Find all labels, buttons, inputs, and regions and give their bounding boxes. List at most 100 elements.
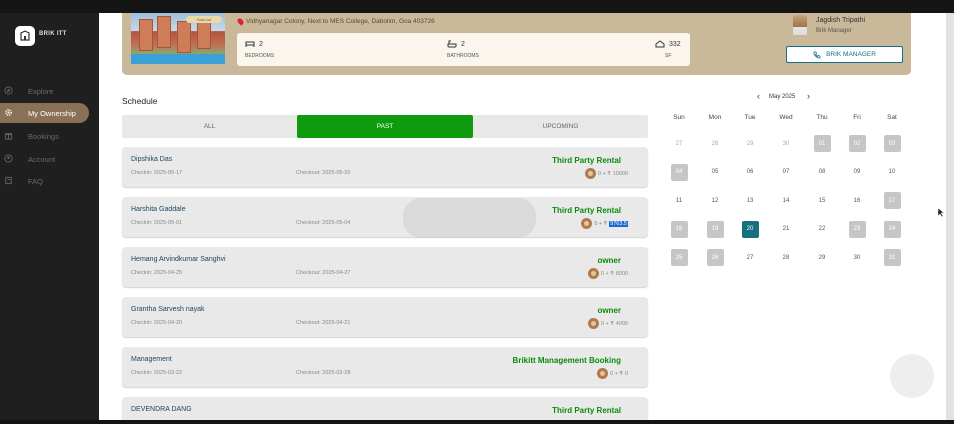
calendar-day[interactable]: 27 bbox=[742, 249, 759, 266]
booking-type: owner bbox=[597, 306, 621, 315]
weekday-label: Tue bbox=[744, 114, 756, 121]
booking-card[interactable]: Dipshika Das Checkin: 2025-05-17 Checkout:… bbox=[122, 147, 648, 187]
calendar-day[interactable]: 13 bbox=[742, 192, 759, 209]
coin-icon bbox=[587, 268, 599, 279]
manager-role: Brik Manager bbox=[816, 28, 852, 34]
weekday-label: Fri bbox=[853, 114, 861, 121]
calendar-day[interactable]: 21 bbox=[778, 221, 795, 238]
calendar-day: 17 bbox=[883, 192, 901, 209]
calendar-day: 01 bbox=[813, 135, 831, 152]
sidebar-item-faq[interactable]: FAQ bbox=[0, 171, 99, 191]
address-text: Vidhyanagar Colony, Next to MES College,… bbox=[246, 18, 435, 25]
calendar-day[interactable]: 12 bbox=[707, 192, 724, 209]
zoom-button[interactable] bbox=[890, 354, 934, 398]
calendar-day: 24 bbox=[883, 220, 901, 238]
scrollbar[interactable] bbox=[946, 13, 954, 420]
sidebar-item-explore[interactable]: Explore bbox=[0, 81, 99, 101]
user-icon bbox=[4, 154, 13, 163]
checkout-date: Checkout: 2025-04-27 bbox=[296, 270, 351, 276]
window-top-bar bbox=[0, 0, 954, 13]
guest-name: Management bbox=[131, 356, 172, 363]
sidebar-item-label: Explore bbox=[28, 86, 54, 96]
payment-amount: 10000 bbox=[612, 170, 628, 177]
brand-logo-icon bbox=[20, 30, 30, 41]
tab-past[interactable]: PAST bbox=[297, 115, 473, 138]
calendar-day[interactable]: 28 bbox=[778, 249, 795, 266]
calendar-day[interactable]: 10 bbox=[884, 164, 901, 181]
main-content: Sold out Vidhyanagar Colony, Next to MES… bbox=[99, 13, 946, 420]
calendar-day[interactable]: 06 bbox=[742, 164, 759, 181]
window-bottom-bar bbox=[0, 420, 954, 424]
calendar-day[interactable]: 14 bbox=[778, 192, 795, 209]
checkin-date: Checkin: 2025-05-01 bbox=[131, 220, 183, 226]
calendar-day[interactable]: 05 bbox=[707, 164, 724, 181]
home-icon bbox=[655, 40, 665, 48]
calendar-day[interactable]: 08 bbox=[814, 164, 831, 181]
tab-all[interactable]: ALL bbox=[122, 115, 297, 138]
payment-prefix: 0 + ₹ bbox=[597, 170, 611, 177]
calendar-day: 28 bbox=[711, 140, 719, 147]
schedule-title: Schedule bbox=[122, 96, 158, 106]
schedule-tabs: ALL PAST UPCOMING bbox=[122, 115, 648, 138]
calendar-day: 31 bbox=[883, 249, 901, 266]
compass-icon bbox=[4, 86, 13, 95]
calendar-day[interactable]: 07 bbox=[778, 164, 795, 181]
booking-card[interactable]: Hemang Arvindkumar Sanghvi Checkin: 2025-… bbox=[122, 247, 648, 287]
calendar-day[interactable]: 11 bbox=[671, 192, 688, 209]
brand-logo[interactable] bbox=[15, 26, 35, 46]
chevron-right-icon[interactable]: › bbox=[807, 92, 810, 101]
booking-type: Third Party Rental bbox=[552, 156, 621, 165]
guest-name: Dipshika Das bbox=[131, 156, 173, 163]
calendar-day: 27 bbox=[675, 140, 683, 147]
guest-name: Grantha Sarvesh nayak bbox=[131, 306, 205, 313]
calendar-day[interactable]: 30 bbox=[849, 249, 866, 266]
weekday-label: Sat bbox=[887, 114, 897, 121]
sidebar-item-bookings[interactable]: Bookings bbox=[0, 126, 99, 146]
coin-icon bbox=[597, 368, 609, 379]
tab-upcoming[interactable]: UPCOMING bbox=[473, 115, 648, 138]
calendar-day[interactable]: 22 bbox=[814, 221, 831, 238]
calendar-day[interactable]: 16 bbox=[849, 192, 866, 209]
weekday-label: Thu bbox=[816, 114, 828, 121]
calendar-day[interactable]: 15 bbox=[814, 192, 831, 209]
brik-manager-button[interactable]: BRIK MANAGER bbox=[786, 46, 903, 63]
weekday-label: Wed bbox=[779, 114, 793, 121]
booking-card[interactable]: Harshita Gaddale Checkin: 2025-05-01 Check… bbox=[122, 197, 648, 237]
gift-icon bbox=[4, 133, 13, 140]
weekday-label: Mon bbox=[708, 114, 722, 121]
coin-icon bbox=[581, 218, 593, 229]
calendar-day-selected[interactable]: 20 bbox=[741, 220, 759, 238]
calendar-month: May 2025 bbox=[769, 94, 796, 100]
property-image: Sold out bbox=[131, 13, 225, 64]
booking-type: owner bbox=[597, 256, 621, 265]
checkin-date: Checkin: 2025-04-20 bbox=[131, 320, 183, 326]
calendar-day: 18 bbox=[670, 220, 688, 238]
calendar-day: 04 bbox=[670, 163, 688, 181]
booking-card[interactable]: Grantha Sarvesh nayak Checkin: 2025-04-20… bbox=[122, 297, 648, 337]
sidebar-item-label: My Ownership bbox=[28, 108, 76, 118]
manager-name: Jagdish Tripathi bbox=[816, 17, 866, 24]
checkin-date: Checkin: 2025-05-17 bbox=[131, 170, 183, 176]
booking-payment: 0 + ₹ 4000 bbox=[587, 318, 628, 329]
coin-icon bbox=[587, 318, 599, 329]
booking-type: Third Party Rental bbox=[552, 206, 621, 215]
booking-card[interactable]: Management Checkin: 2025-03-22 Checkout: 2… bbox=[122, 347, 648, 387]
calendar-day[interactable]: 09 bbox=[849, 164, 866, 181]
calendar-day: 30 bbox=[782, 140, 790, 147]
sidebar: BRIK ITT Explore My Ownership Bookings A… bbox=[0, 13, 99, 420]
checkout-date: Checkout: 2025-03-28 bbox=[296, 370, 351, 376]
checkout-date: Checkout: 2025-05-20 bbox=[296, 170, 351, 176]
avatar bbox=[793, 15, 807, 35]
book-icon bbox=[5, 176, 12, 185]
weekday-label: Sun bbox=[673, 114, 685, 121]
calendar-day[interactable]: 29 bbox=[814, 249, 831, 266]
booking-payment: 0 + ₹ 8000 bbox=[587, 268, 628, 279]
bed-icon bbox=[245, 41, 255, 47]
booking-card[interactable]: DEVENDRA DANG Third Party Rental bbox=[122, 397, 648, 420]
bathtub-icon bbox=[447, 40, 457, 48]
checkout-date: Checkout: 2025-05-04 bbox=[296, 220, 351, 226]
sidebar-item-account[interactable]: Account bbox=[0, 149, 99, 169]
chevron-left-icon[interactable]: ‹ bbox=[757, 92, 760, 101]
sidebar-item-my-ownership[interactable]: My Ownership bbox=[0, 103, 89, 123]
payment-amount: 0 bbox=[624, 370, 628, 377]
